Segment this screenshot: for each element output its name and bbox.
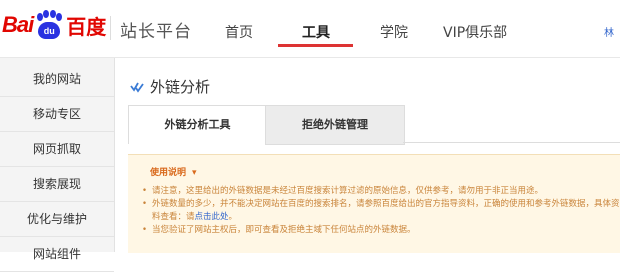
double-check-icon	[130, 82, 144, 93]
tab-backlink-tool[interactable]: 外链分析工具	[128, 105, 267, 144]
page-title-row: 外链分析	[130, 76, 210, 97]
notice-line: 请注意，这里给出的外链数据是未经过百度搜索计算过滤的原始信息，仅供参考，请勿用于…	[142, 185, 620, 198]
top-header: Bai du 百度 站长平台 首页 工具 学院 VIP俱乐部 林	[0, 0, 620, 58]
notice-title-text: 使用说明	[150, 168, 187, 178]
logo-bai-text: Bai	[2, 12, 34, 37]
logo-du-text: du	[38, 22, 61, 39]
notice-title[interactable]: 使用说明 ▾	[150, 165, 197, 178]
site-title: 站长平台	[120, 22, 192, 42]
sidebar-item-mobile[interactable]: 移动专区	[0, 97, 114, 132]
page-title: 外链分析	[150, 78, 211, 96]
nav-academy[interactable]: 学院	[380, 22, 408, 42]
tab-baseline	[403, 142, 620, 143]
logo-baidu-cn-text: 百度	[66, 14, 107, 39]
baidu-logo[interactable]: Bai du 百度	[2, 8, 106, 42]
sidebar-item-my-sites[interactable]: 我的网站	[0, 62, 114, 97]
user-link[interactable]: 林	[604, 24, 614, 39]
usage-notice: 使用说明 ▾ 请注意，这里给出的外链数据是未经过百度搜索计算过滤的原始信息，仅供参…	[128, 154, 620, 253]
nav-tools[interactable]: 工具	[302, 22, 330, 42]
chevron-down-icon: ▾	[192, 168, 197, 178]
notice-list: 请注意，这里给出的外链数据是未经过百度搜索计算过滤的原始信息，仅供参考，请勿用于…	[142, 185, 620, 237]
sidebar-item-optimize[interactable]: 优化与维护	[0, 202, 114, 237]
sidebar-item-components[interactable]: 网站组件	[0, 237, 114, 272]
sidebar-item-search-display[interactable]: 搜索展现	[0, 167, 114, 202]
click-here-link[interactable]: 点击此处	[195, 212, 229, 222]
nav-vip-club[interactable]: VIP俱乐部	[443, 22, 507, 42]
nav-active-underline	[278, 44, 353, 47]
notice-line: 外链数量的多少，并不能决定网站在百度的搜索排名，请参照百度给出的官方指导资料，正…	[142, 198, 620, 224]
sidebar: 我的网站 移动专区 网页抓取 搜索展现 优化与维护 网站组件	[0, 58, 115, 272]
tab-bar: 外链分析工具 拒绝外链管理	[128, 105, 620, 145]
sidebar-item-crawl[interactable]: 网页抓取	[0, 132, 114, 167]
notice-line: 当您验证了网站主权后，即可查看及拒绝主域下任何站点的外链数据。	[142, 224, 620, 237]
paw-icon: du	[34, 10, 64, 40]
nav-home[interactable]: 首页	[225, 22, 253, 42]
tab-disavow-management[interactable]: 拒绝外链管理	[265, 105, 405, 145]
header-divider	[110, 16, 111, 40]
